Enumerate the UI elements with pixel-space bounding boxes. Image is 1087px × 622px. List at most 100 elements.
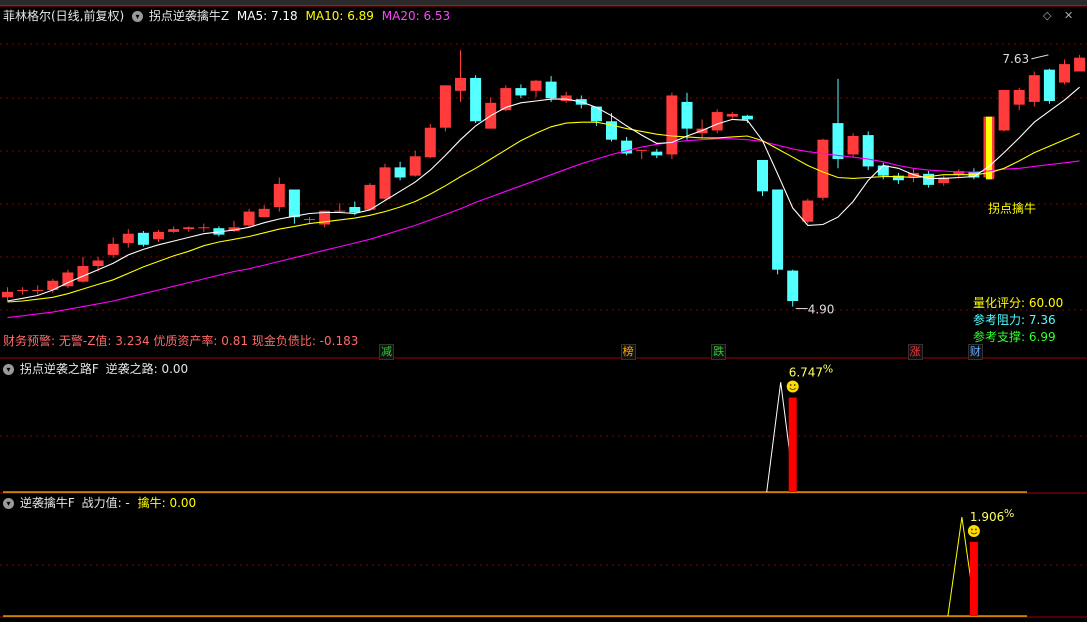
sub2-plot: 1.906% (3, 507, 1027, 617)
high-label: 7.63 (1002, 52, 1029, 66)
sub2-bar (969, 541, 978, 616)
candle-body (1074, 57, 1086, 72)
candle (394, 161, 406, 181)
candle-body (666, 95, 678, 155)
candle (439, 85, 451, 132)
candle-body (545, 81, 557, 99)
candle-body (17, 289, 29, 291)
candle (681, 92, 693, 140)
candle (515, 84, 527, 99)
candle (757, 159, 768, 196)
candle-body (273, 183, 285, 207)
candle-body (1013, 89, 1025, 105)
candle-body (349, 207, 361, 213)
candle-body (122, 233, 134, 243)
candle (198, 223, 210, 232)
candle-body (455, 77, 466, 91)
candle (1013, 88, 1025, 111)
candle-body (439, 85, 451, 128)
candle-body (787, 270, 799, 302)
candle-body (530, 80, 542, 91)
sub1-smiley-eye (789, 384, 792, 386)
ma5-line (7, 86, 1080, 302)
candle-body (470, 77, 482, 122)
candle (666, 92, 678, 160)
sub2-smiley-icon (967, 524, 980, 537)
candle (1059, 59, 1070, 85)
candle (651, 148, 663, 159)
candle (711, 109, 723, 134)
candle-body (772, 189, 784, 270)
kline-chart[interactable]: 7.63 4.90 拐点擒牛 6.747% 1.906% (0, 0, 1087, 622)
event-tag[interactable]: 财 (967, 344, 983, 360)
annotations: 7.63 4.90 拐点擒牛 (795, 52, 1049, 317)
candle-body (2, 291, 13, 298)
sub2-pct-sign: % (1004, 507, 1014, 520)
candle (802, 198, 814, 224)
event-tag[interactable]: 涨 (907, 344, 923, 360)
candle-body (862, 135, 874, 167)
event-tag[interactable]: 跌 (711, 344, 727, 360)
candle-body (1028, 75, 1040, 102)
candle-body (32, 289, 44, 291)
candle-body (168, 229, 180, 232)
candle (334, 203, 346, 213)
candle-body (77, 266, 89, 282)
candle-body (923, 173, 935, 185)
candle-body (153, 231, 164, 240)
low-label: 4.90 (808, 303, 835, 317)
candle (1028, 71, 1040, 107)
candle (560, 91, 572, 103)
candle (32, 285, 44, 295)
candle-body (137, 232, 149, 245)
event-tag[interactable]: 减 (379, 344, 394, 360)
candle (183, 226, 195, 232)
candle (1043, 68, 1055, 104)
candle-series (2, 50, 1086, 307)
candle (2, 287, 13, 302)
candle (726, 112, 738, 119)
ma20-line (7, 138, 1080, 319)
candle (470, 75, 482, 124)
candle (621, 136, 633, 156)
event-tag[interactable]: 榜 (620, 344, 636, 360)
candle (862, 131, 874, 171)
candle (424, 124, 436, 159)
candle-body (847, 136, 859, 155)
candle (938, 175, 950, 186)
candle (787, 269, 799, 307)
sub1-bar (788, 397, 797, 492)
candle (288, 189, 300, 224)
candle (258, 205, 270, 218)
sub2-pct: 1.906 (970, 510, 1004, 524)
candle-body (817, 139, 829, 198)
candle-body (304, 218, 315, 220)
candle (122, 229, 134, 248)
candle (817, 138, 829, 201)
sub1-pct: 6.747 (789, 366, 823, 380)
grid-lines (0, 43, 1087, 566)
candle (530, 79, 542, 98)
candle (379, 163, 391, 200)
candle-body (832, 123, 844, 160)
candle (153, 230, 164, 243)
candle-body (681, 101, 693, 129)
candle (1074, 54, 1086, 72)
candle (364, 183, 376, 211)
candle (243, 208, 255, 228)
candle (998, 89, 1010, 132)
candle-body (364, 184, 376, 210)
candle-body (394, 167, 406, 178)
candle-body (877, 165, 889, 176)
candle-body (379, 167, 391, 199)
candle-body (515, 88, 527, 96)
candle (77, 256, 89, 283)
candle (455, 50, 466, 102)
candle (168, 226, 180, 233)
high-pointer (1031, 54, 1049, 60)
candle (606, 112, 617, 142)
candle-body (198, 227, 210, 229)
candle (17, 287, 29, 295)
candle-body (258, 208, 270, 218)
candle (107, 237, 119, 258)
